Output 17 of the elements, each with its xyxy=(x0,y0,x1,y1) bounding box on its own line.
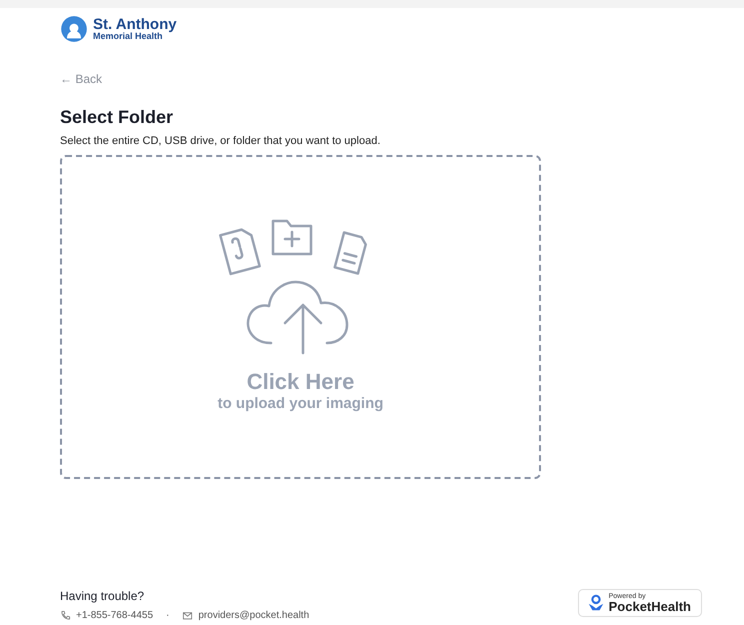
page-title: Select Folder xyxy=(60,106,174,128)
badge-brand: PocketHealth xyxy=(608,600,691,613)
help-title: Having trouble? xyxy=(60,589,146,603)
pin-icon xyxy=(586,594,605,612)
logo-subtitle: Memorial Health xyxy=(93,32,163,41)
envelope-icon xyxy=(182,610,194,621)
dropzone-heading: Click Here xyxy=(246,368,354,394)
separator-dot: · xyxy=(166,610,170,621)
phone-icon xyxy=(60,610,71,621)
phone-number: +1-855-768-4455 xyxy=(76,610,154,621)
upload-dropzone[interactable]: Click Here to upload your imaging xyxy=(60,155,541,479)
logo-title: St. Anthony xyxy=(93,17,177,32)
page-subtitle: Select the entire CD, USB drive, or folder that you want to upload. xyxy=(60,134,382,148)
email-address: providers@pocket.health xyxy=(198,610,310,621)
logo-icon xyxy=(60,15,88,43)
dropzone-subheading: to upload your imaging xyxy=(218,394,384,412)
back-link[interactable]: ← Back xyxy=(60,72,102,86)
